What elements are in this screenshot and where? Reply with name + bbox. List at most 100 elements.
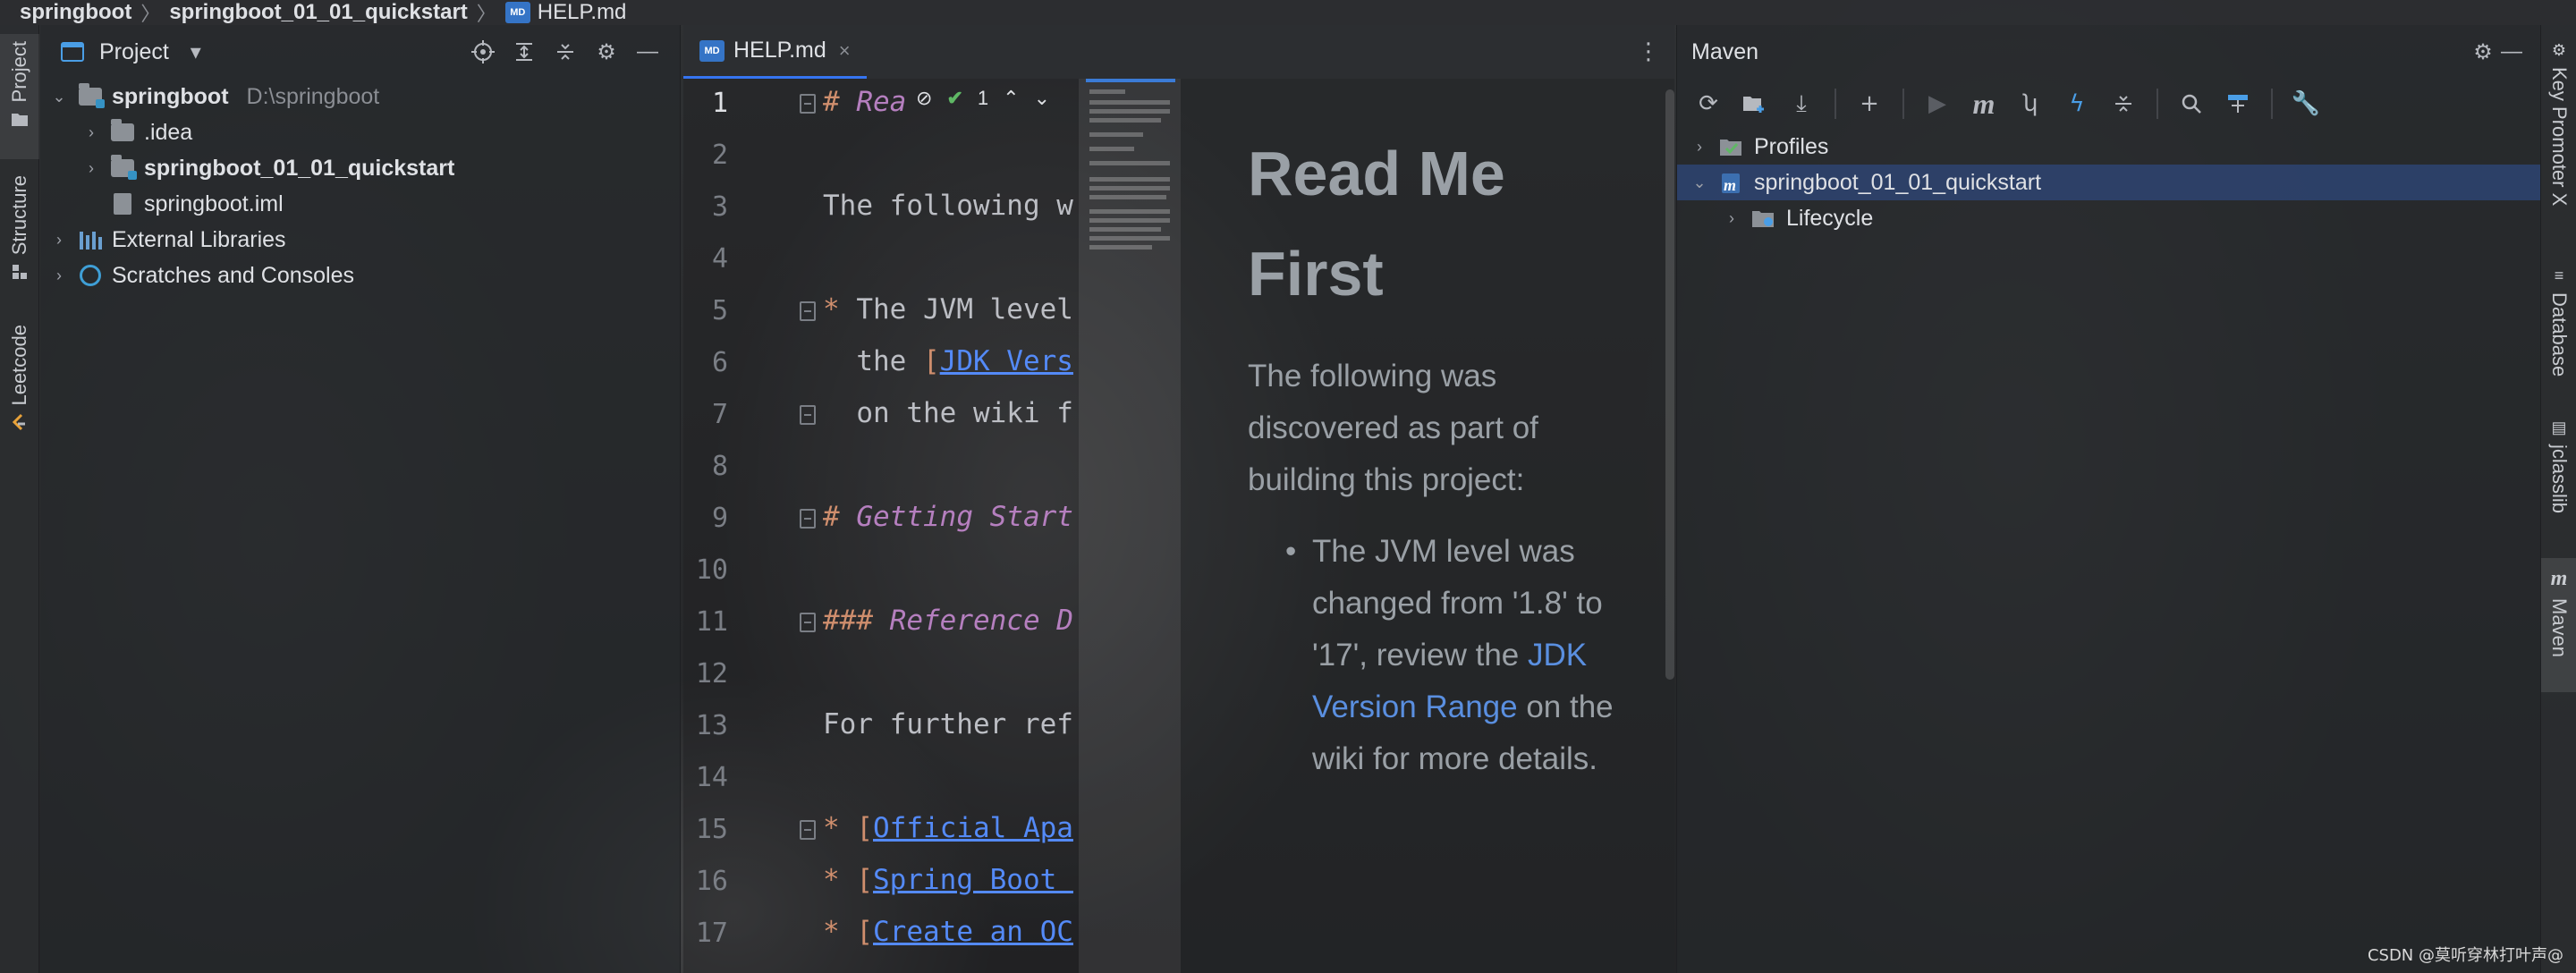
close-icon[interactable]: × <box>839 39 851 63</box>
more-vertical-icon[interactable]: ⋮ <box>1637 38 1660 65</box>
tool-tab-database[interactable]: ≡ Database <box>2541 267 2576 410</box>
module-folder-icon <box>78 83 105 108</box>
maven-m-icon: m <box>2550 567 2568 590</box>
gear-icon[interactable]: ⚙ <box>592 38 621 66</box>
preview-list-item: The JVM level was changed from '1.8' to … <box>1248 526 1641 785</box>
markdown-preview: Read Me First The following was discover… <box>1181 79 1674 973</box>
minimize-icon[interactable]: — <box>2497 38 2526 66</box>
md-text: The JVM level <box>839 293 1073 326</box>
collapse-all-icon[interactable] <box>551 38 580 66</box>
gear-icon[interactable]: ⚙ <box>2469 38 2497 66</box>
tool-tab-jclasslib[interactable]: ▤ jclasslib <box>2541 419 2576 553</box>
maven-item-profiles[interactable]: › Profiles <box>1677 129 2540 165</box>
md-heading-text: Getting Start <box>839 501 1073 533</box>
breadcrumb-item-module[interactable]: springboot_01_01_quickstart <box>169 0 467 25</box>
fold-marker-icon[interactable] <box>800 613 816 632</box>
line-number: 5 <box>711 295 728 326</box>
maven-m-icon[interactable]: m <box>1967 87 2001 121</box>
tool-tab-key-promoter[interactable]: ⚙ Key Promoter X <box>2541 41 2576 256</box>
md-bracket: [ <box>839 916 873 948</box>
md-bullet-mark: * <box>823 916 840 948</box>
tab-help-md[interactable]: MD HELP.md × <box>683 25 867 79</box>
toggle-offline-icon[interactable]: ʮ <box>2013 87 2047 121</box>
editor-minimap[interactable] <box>1079 79 1181 973</box>
project-panel-title[interactable]: Project <box>99 39 169 65</box>
tool-tab-structure[interactable]: Structure <box>0 175 39 309</box>
tree-item-springboot[interactable]: ⌄ springboot D:\springboot <box>40 79 680 114</box>
minimize-icon[interactable]: — <box>633 38 662 66</box>
md-link[interactable]: Spring Boot <box>873 864 1073 896</box>
line-number: 6 <box>711 347 728 378</box>
tree-item-iml[interactable]: springboot.iml <box>40 186 680 222</box>
code-line: * [Create an OC <box>823 914 1073 950</box>
code-line: ### Reference D <box>823 603 1073 639</box>
eye-slash-icon[interactable]: ⊘ <box>916 87 932 110</box>
check-icon[interactable]: ✔ <box>946 87 962 110</box>
chevron-right-icon[interactable]: › <box>49 267 69 285</box>
md-link[interactable]: JDK Vers <box>940 345 1073 377</box>
tool-tab-leetcode-label: Leetcode <box>8 325 30 406</box>
download-icon[interactable]: ⤓ <box>1784 87 1818 121</box>
add-folder-icon[interactable] <box>1738 87 1772 121</box>
locate-target-icon[interactable] <box>469 38 497 66</box>
lifecycle-folder-icon <box>1750 207 1777 230</box>
tree-item-external-libraries[interactable]: › External Libraries <box>40 222 680 258</box>
fold-marker-icon[interactable] <box>800 509 816 529</box>
tool-tab-leetcode[interactable]: Leetcode <box>0 325 39 477</box>
maven-tree: › Profiles ⌄ m springboot_01_01_quicksta… <box>1677 129 2540 236</box>
plus-icon[interactable]: + <box>1852 87 1886 121</box>
code-line: The following w <box>823 188 1073 224</box>
tree-item-quickstart[interactable]: › springboot_01_01_quickstart <box>40 150 680 186</box>
code-line: the [JDK Vers <box>823 343 1073 379</box>
fold-marker-icon[interactable] <box>800 301 816 321</box>
tool-tab-maven[interactable]: m Maven <box>2541 558 2576 692</box>
breadcrumb-item-file[interactable]: MD HELP.md <box>504 0 626 25</box>
breadcrumb-item-root[interactable]: springboot <box>20 0 131 25</box>
chevron-right-icon[interactable]: › <box>1690 138 1709 157</box>
folder-icon <box>10 109 30 129</box>
analyze-icon[interactable] <box>2174 87 2208 121</box>
chevron-down-icon[interactable]: ⌄ <box>1690 173 1709 192</box>
maven-item-label: springboot_01_01_quickstart <box>1754 169 2042 195</box>
fold-marker-icon[interactable] <box>800 405 816 425</box>
maven-item-lifecycle[interactable]: › Lifecycle <box>1677 200 2540 236</box>
left-tool-strip: Project Structure Leetcode <box>0 25 39 973</box>
skip-tests-icon[interactable]: ϟ <box>2060 87 2094 121</box>
show-deps-icon[interactable] <box>2221 87 2255 121</box>
fold-marker-icon[interactable] <box>800 94 816 114</box>
md-bullet-mark: * <box>823 293 840 326</box>
maven-item-project[interactable]: ⌄ m springboot_01_01_quickstart <box>1677 165 2540 200</box>
md-text: on the wiki f <box>823 397 1073 429</box>
preview-paragraph: The following was discovered as part of … <box>1248 359 1538 497</box>
fold-marker-icon[interactable] <box>800 820 816 840</box>
chevron-right-icon[interactable]: › <box>81 123 101 142</box>
line-number: 7 <box>711 399 728 430</box>
code-line: * The JVM level <box>823 292 1073 327</box>
line-number: 14 <box>695 762 728 793</box>
line-number: 13 <box>695 710 728 741</box>
chevron-down-icon[interactable]: ⌄ <box>1034 87 1050 110</box>
minimap-viewport[interactable] <box>1086 79 1175 82</box>
dropdown-caret-icon[interactable]: ▾ <box>182 38 210 66</box>
chevron-down-icon[interactable]: ⌄ <box>49 88 69 106</box>
md-link[interactable]: Official Apa <box>873 812 1073 844</box>
reload-icon[interactable]: ⟳ <box>1691 87 1725 121</box>
chevron-up-icon[interactable]: ⌃ <box>1003 87 1019 110</box>
chevron-right-icon[interactable]: › <box>81 159 101 178</box>
tool-tab-project[interactable]: Project <box>0 34 39 159</box>
md-heading-mark: # <box>823 86 840 118</box>
preview-scrollbar[interactable] <box>1665 89 1674 680</box>
tree-item-idea[interactable]: › .idea <box>40 114 680 150</box>
chevron-right-icon[interactable]: › <box>1722 209 1741 228</box>
project-panel-header: Project ▾ ⚙ — <box>40 25 680 79</box>
run-icon[interactable]: ▶ <box>1920 87 1954 121</box>
tree-item-scratches[interactable]: › Scratches and Consoles <box>40 258 680 293</box>
expand-all-icon[interactable] <box>510 38 538 66</box>
md-link[interactable]: Create an OC <box>873 916 1073 948</box>
md-text: the <box>823 345 923 377</box>
breadcrumb-separator: 〉 <box>476 3 496 25</box>
chevron-right-icon[interactable]: › <box>49 231 69 250</box>
settings-wrench-icon[interactable]: 🔧 <box>2289 87 2323 121</box>
collapse-icon[interactable] <box>2106 87 2140 121</box>
line-number: 4 <box>711 243 728 275</box>
